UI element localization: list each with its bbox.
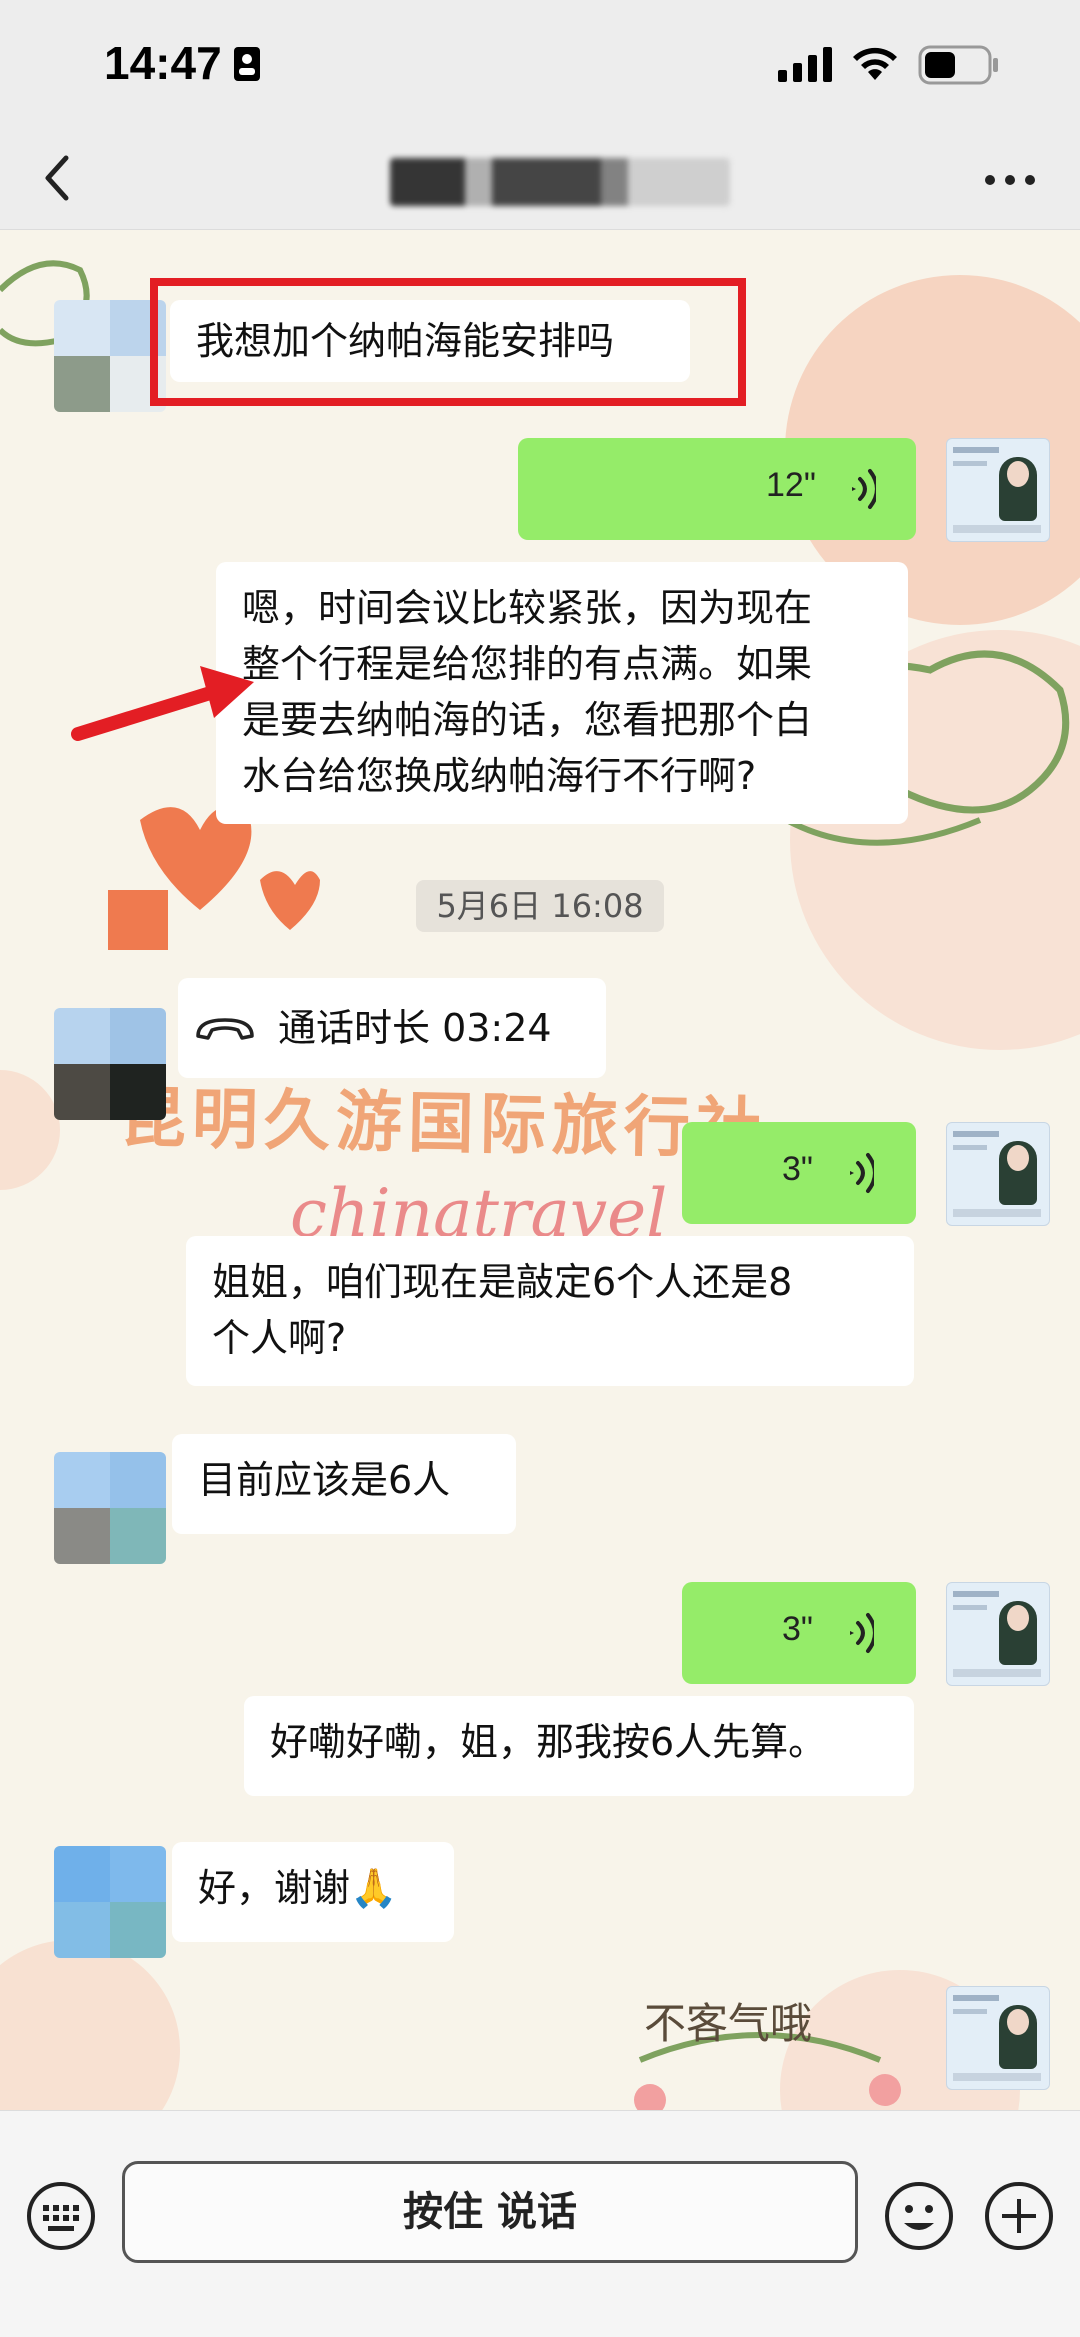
- battery-icon: [918, 45, 998, 85]
- message-bubble-self[interactable]: 嗯，时间会议比较紧张，因为现在 整个行程是给您排的有点满。如果 是要去纳帕海的话…: [216, 562, 908, 824]
- contact-avatar[interactable]: [54, 1452, 166, 1564]
- sticker-text: 不客气哦: [644, 1999, 813, 2048]
- message-bubble-self[interactable]: 姐姐，咱们现在是敲定6个人还是8 个人啊?: [186, 1236, 914, 1386]
- ellipsis-icon[interactable]: [982, 170, 1038, 190]
- voice-wave-icon: [850, 1153, 874, 1193]
- self-avatar[interactable]: [946, 1582, 1050, 1686]
- keyboard-icon[interactable]: [26, 2181, 96, 2251]
- voice-duration: 3": [782, 1150, 813, 1188]
- voice-duration: 12": [766, 466, 816, 504]
- chat-title-redacted: [390, 158, 730, 206]
- self-avatar[interactable]: [946, 1986, 1050, 2090]
- voice-message-bubble[interactable]: 3": [682, 1122, 916, 1224]
- chat-message-list[interactable]: 昆明久游国际旅行社 chinatravel 我想加个纳帕海能安排吗 12" 嗯，…: [0, 230, 1080, 2110]
- call-record-bubble[interactable]: 通话时长 03:24: [178, 978, 606, 1078]
- chat-timestamp: 5月6日 16:08: [416, 880, 664, 932]
- sim-card-icon: [234, 47, 260, 81]
- message-bubble-other[interactable]: 我想加个纳帕海能安排吗: [170, 300, 690, 382]
- hold-to-talk-button[interactable]: 按住 说话: [122, 2161, 858, 2263]
- self-avatar[interactable]: [946, 1122, 1050, 1226]
- message-bubble-self[interactable]: 好嘞好嘞，姐，那我按6人先算。: [244, 1696, 914, 1796]
- voice-wave-icon: [852, 469, 876, 509]
- message-bubble-other[interactable]: 目前应该是6人: [172, 1434, 516, 1534]
- sticker-message[interactable]: 不客气哦: [620, 1970, 920, 2110]
- message-bubble-other[interactable]: 好，谢谢🙏: [172, 1842, 454, 1942]
- emoji-icon[interactable]: [884, 2181, 954, 2251]
- voice-wave-icon: [850, 1613, 874, 1653]
- phone-hangup-icon: [196, 1018, 254, 1040]
- red-arrow-annotation: [71, 666, 254, 741]
- status-bar: 14:47: [0, 0, 1080, 130]
- call-duration-text: 通话时长 03:24: [278, 1006, 552, 1050]
- contact-avatar[interactable]: [54, 1008, 166, 1120]
- voice-duration: 3": [782, 1610, 813, 1648]
- status-time: 14:47: [104, 37, 222, 89]
- plus-icon[interactable]: [984, 2181, 1054, 2251]
- voice-message-bubble[interactable]: 12": [518, 438, 916, 540]
- self-avatar[interactable]: [946, 438, 1050, 542]
- chat-input-bar: 按住 说话: [0, 2110, 1080, 2337]
- voice-message-bubble[interactable]: 3": [682, 1582, 916, 1684]
- cellular-signal-icon: [778, 47, 832, 82]
- chevron-left-icon[interactable]: [38, 148, 78, 208]
- contact-avatar[interactable]: [54, 1846, 166, 1958]
- wifi-icon: [853, 47, 897, 80]
- chat-header: [0, 130, 1080, 230]
